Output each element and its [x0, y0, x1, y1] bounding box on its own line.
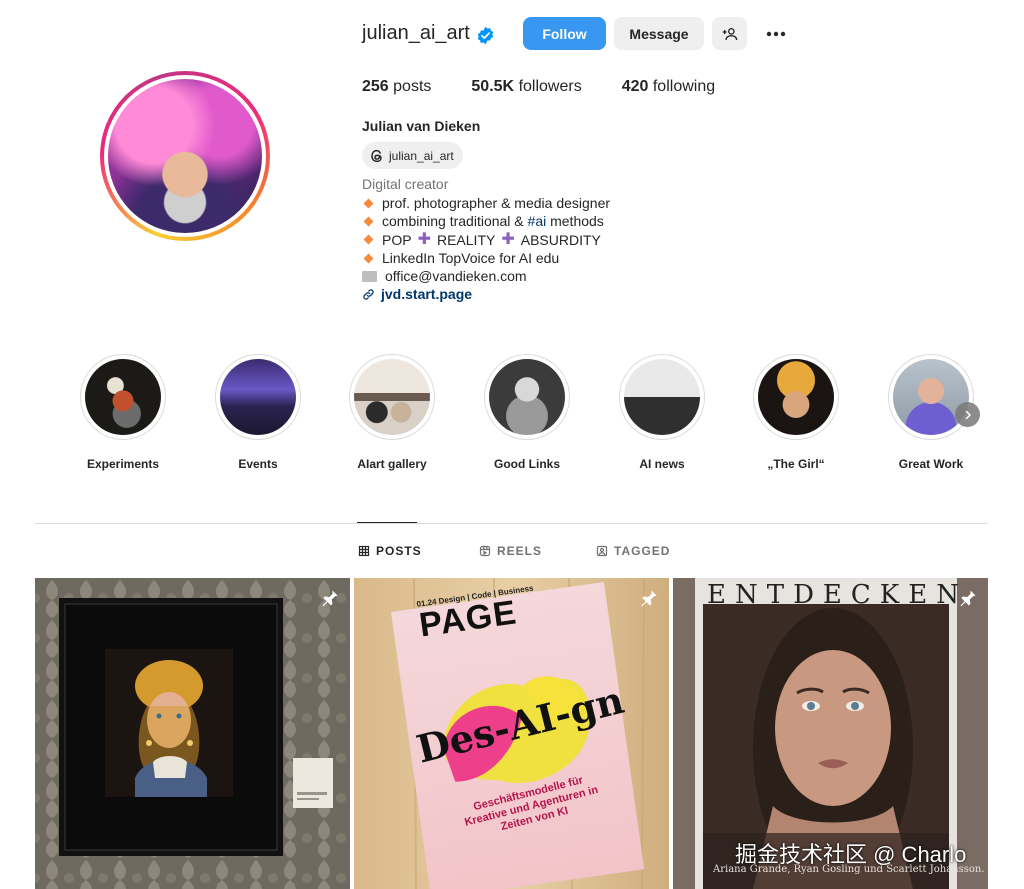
highlight-image: [758, 359, 834, 435]
stat-label: followers: [518, 78, 582, 95]
highlight-image: [354, 359, 430, 435]
profile-bio: prof. photographer & media designer comb…: [362, 194, 610, 285]
highlight-events[interactable]: Events: [213, 354, 303, 471]
orange-diamond-icon: [363, 253, 374, 263]
highlight-the-girl[interactable]: „The Girl“: [751, 354, 841, 471]
stat-posts: 256 posts: [362, 78, 431, 96]
highlight-ring: [215, 354, 301, 440]
highlight-image: [893, 359, 969, 435]
highlight-label: Events: [238, 457, 278, 471]
highlight-image: [489, 359, 565, 435]
orange-diamond-icon: [363, 216, 374, 227]
highlight-label: Great Work: [898, 457, 964, 471]
threads-handle: julian_ai_art: [389, 148, 454, 163]
stat-label: posts: [393, 78, 432, 95]
chevron-right-icon: [965, 410, 971, 419]
verified-badge-icon: [477, 26, 494, 45]
bio-line: office@vandieken.com: [362, 267, 610, 285]
active-tab-indicator: [357, 522, 417, 523]
bio-line: prof. photographer & media designer: [362, 194, 610, 212]
tabs-divider: [35, 523, 988, 524]
pinned-icon: [322, 590, 338, 607]
pinned-icon: [960, 590, 976, 607]
stat-label: following: [652, 78, 716, 95]
tab-label: REELS: [497, 544, 543, 558]
highlights-next-button[interactable]: [955, 402, 980, 427]
avatar-frame: [104, 75, 266, 237]
highlight-label: „The Girl“: [767, 457, 825, 471]
bio-line: POP ✚ REALITY ✚ ABSURDITY: [362, 231, 610, 249]
profile-full-name: Julian van Dieken: [362, 118, 481, 134]
stat-value: 256: [362, 78, 389, 95]
message-button[interactable]: Message: [614, 17, 704, 50]
bio-email: office@vandieken.com: [385, 268, 527, 285]
bio-text: prof. photographer & media designer: [382, 195, 611, 211]
profile-avatar[interactable]: [100, 71, 270, 241]
post-tile[interactable]: [35, 578, 350, 889]
highlight-ai-news[interactable]: AI news: [617, 354, 707, 471]
bio-line: LinkedIn TopVoice for AI edu: [362, 249, 610, 267]
reels-icon: [479, 545, 491, 557]
highlight-label: Experiments: [86, 457, 160, 471]
highlight-label: AI news: [639, 457, 685, 471]
stat-followers[interactable]: 50.5K followers: [471, 78, 581, 96]
envelope-icon: [362, 270, 377, 282]
more-options-button[interactable]: [757, 17, 795, 50]
tagged-icon: [596, 545, 608, 557]
highlight-ring: [484, 354, 570, 440]
profile-link-text: jvd.start.page: [381, 286, 473, 302]
profile-link[interactable]: jvd.start.page: [362, 286, 472, 302]
profile-category: Digital creator: [362, 176, 449, 192]
grid-icon: [358, 545, 370, 557]
more-horizontal-icon: [766, 31, 786, 36]
bio-text: POP: [382, 231, 412, 248]
bio-line: combining traditional & #ai methods: [362, 212, 610, 230]
bio-hashtag-link[interactable]: #ai: [528, 213, 547, 229]
profile-stats: 256 posts 50.5K followers 420 following: [362, 78, 755, 96]
highlight-image: [624, 359, 700, 435]
orange-diamond-icon: [363, 198, 374, 209]
add-person-icon: [722, 27, 737, 40]
plus-icon: ✚: [501, 230, 515, 248]
plus-icon: ✚: [417, 230, 431, 248]
follow-button[interactable]: Follow: [523, 17, 606, 50]
highlight-good-links[interactable]: Good Links: [482, 354, 572, 471]
highlight-label: AIart gallery: [357, 457, 427, 471]
tab-label: TAGGED: [614, 544, 671, 558]
highlight-ring: [80, 354, 166, 440]
highlight-ring: [888, 354, 974, 440]
stat-following[interactable]: 420 following: [622, 78, 715, 96]
post-image: [35, 578, 350, 889]
bio-text: combining traditional &: [382, 213, 528, 230]
tab-tagged[interactable]: TAGGED: [596, 544, 670, 558]
profile-username: julian_ai_art: [362, 22, 470, 44]
threads-badge[interactable]: julian_ai_art: [362, 142, 463, 169]
bio-text: methods: [546, 213, 604, 230]
threads-icon: [371, 149, 382, 162]
tab-posts[interactable]: POSTS: [358, 544, 422, 558]
tab-label: POSTS: [376, 544, 422, 558]
avatar-image: [108, 79, 262, 233]
stat-value: 50.5K: [471, 78, 515, 95]
highlight-ring: [619, 354, 705, 440]
suggest-users-button[interactable]: [712, 17, 747, 50]
highlight-ring: [753, 354, 839, 440]
highlight-image: [220, 359, 296, 435]
bio-text: REALITY: [436, 231, 496, 248]
watermark-text: 掘金技术社区 @ Charlo: [735, 842, 967, 867]
tab-reels[interactable]: REELS: [479, 544, 542, 558]
highlight-experiments[interactable]: Experiments: [78, 354, 168, 471]
stat-value: 420: [621, 78, 649, 95]
highlight-image: [85, 359, 161, 435]
highlight-aiart-gallery[interactable]: AIart gallery: [347, 354, 437, 471]
highlight-label: Good Links: [494, 457, 560, 471]
link-icon: [363, 288, 374, 300]
orange-diamond-icon: [363, 234, 374, 245]
newspaper-headline: ENTDECKEN: [707, 580, 968, 610]
bio-text: LinkedIn TopVoice for AI edu: [382, 249, 560, 266]
pinned-icon: [641, 590, 657, 607]
bio-text: ABSURDITY: [520, 231, 601, 248]
post-tile[interactable]: 01.24 Design | Code | Business PAGE Des-…: [354, 578, 669, 889]
highlight-ring: [349, 354, 435, 440]
